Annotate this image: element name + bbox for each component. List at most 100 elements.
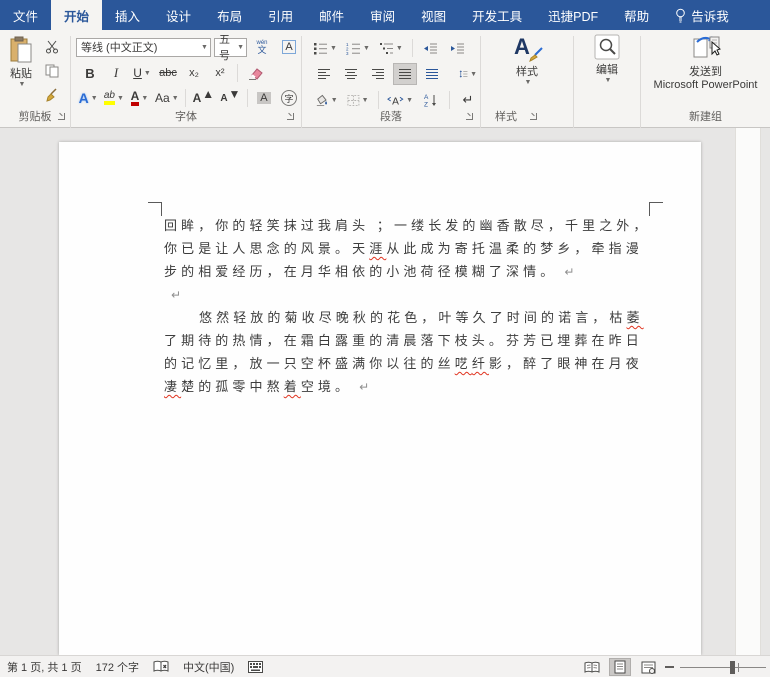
paste-icon: [10, 36, 32, 63]
tab-design[interactable]: 设计: [153, 0, 204, 30]
zoom-out-button[interactable]: [665, 666, 674, 668]
tab-label: 插入: [115, 9, 141, 24]
underline-button[interactable]: U ▼: [130, 62, 154, 84]
tab-view[interactable]: 视图: [408, 0, 459, 30]
enclose-characters-button[interactable]: 字: [277, 87, 301, 109]
styles-dialog-launcher[interactable]: [529, 112, 539, 122]
align-center-icon: [345, 69, 357, 79]
character-border-button[interactable]: A: [277, 36, 301, 58]
align-right-button[interactable]: [366, 63, 390, 85]
svg-text:3: 3: [346, 51, 349, 55]
clear-formatting-button[interactable]: [243, 62, 267, 84]
tab-developer[interactable]: 开发工具: [459, 0, 535, 30]
cut-button[interactable]: [40, 36, 64, 58]
text-run: 回眸，你的轻笑抹过我肩头 ；一缕长发的幽香散尽，千里之外，: [164, 218, 651, 233]
proofing-book-icon: [153, 660, 169, 672]
subscript-button[interactable]: x₂: [182, 62, 206, 84]
font-dialog-launcher[interactable]: [286, 112, 296, 122]
text-boundary-mark-left: [148, 202, 162, 216]
input-method-status[interactable]: [248, 661, 264, 673]
phonetic-guide-button[interactable]: wén 文: [250, 36, 274, 58]
tab-label: 告诉我: [691, 9, 729, 24]
paragraph-dialog-launcher[interactable]: [465, 112, 475, 122]
multilevel-list-button[interactable]: ▼: [376, 37, 406, 59]
paragraph-mark: ↵: [171, 288, 182, 302]
copy-button[interactable]: [40, 60, 64, 82]
font-size-combo[interactable]: 五号 ▼: [213, 34, 247, 62]
text-highlight-button[interactable]: ab ▼: [101, 87, 126, 109]
svg-text:Z: Z: [424, 102, 428, 108]
tab-references[interactable]: 引用: [255, 0, 306, 30]
font-color-button[interactable]: A ▼: [127, 87, 151, 109]
font-name-combo[interactable]: 等线 (中文正文) ▼: [76, 37, 211, 57]
character-shading-button[interactable]: A: [252, 87, 276, 109]
text-effects-button[interactable]: A ▼: [76, 87, 100, 109]
tab-layout[interactable]: 布局: [204, 0, 255, 30]
text-run: 你已是让人思念的风景。天: [164, 241, 370, 256]
clipboard-dialog-launcher[interactable]: [57, 112, 67, 122]
word-count[interactable]: 172 个字: [96, 659, 139, 675]
bold-button[interactable]: B: [78, 62, 102, 84]
zoom-slider-thumb[interactable]: [730, 661, 735, 674]
document-text-line: 回眸，你的轻笑抹过我肩头 ；一缕长发的幽香散尽，千里之外，: [164, 214, 656, 237]
copy-icon: [45, 64, 59, 78]
editing-button[interactable]: 编辑 ▼: [574, 30, 640, 122]
proofing-status[interactable]: [153, 660, 169, 674]
increase-indent-button[interactable]: [446, 37, 470, 59]
align-left-button[interactable]: [312, 63, 336, 85]
line-spacing-button[interactable]: ▼: [456, 63, 480, 85]
editing-group: 编辑 ▼: [574, 30, 640, 126]
read-mode-button[interactable]: [581, 658, 603, 676]
strikethrough-button[interactable]: abc: [156, 62, 180, 84]
tab-review[interactable]: 审阅: [357, 0, 408, 30]
format-painter-button[interactable]: [40, 84, 64, 106]
tab-home[interactable]: 开始: [51, 0, 103, 30]
decrease-indent-button[interactable]: [419, 37, 443, 59]
vertical-scrollbar[interactable]: [735, 128, 761, 655]
document-page[interactable]: 回眸，你的轻笑抹过我肩头 ；一缕长发的幽香散尽，千里之外， 你已是让人思念的风景。…: [59, 142, 701, 655]
language-status[interactable]: 中文(中国): [183, 659, 234, 675]
paragraph-mark: ↵: [359, 380, 370, 394]
italic-button[interactable]: I: [104, 62, 128, 84]
paragraph-group: ▼ 1 2 3 ▼ ▼ ▼ ▼ ▼ A ▼ A Z ↵ 段落: [302, 30, 480, 126]
tab-tellme[interactable]: 告诉我: [662, 0, 742, 30]
borders-icon: [347, 94, 360, 106]
paragraph-mark: ↵: [564, 265, 575, 279]
print-layout-button[interactable]: [609, 658, 631, 676]
word-window: 文件 开始 插入 设计 布局 引用 邮件 审阅 视图 开发工具 迅捷PDF 帮助 告诉我 粘贴 ▼: [0, 0, 770, 677]
justify-button[interactable]: [393, 63, 417, 85]
tab-mailings[interactable]: 邮件: [306, 0, 357, 30]
web-layout-button[interactable]: [637, 658, 659, 676]
tab-insert[interactable]: 插入: [102, 0, 153, 30]
read-mode-icon: [584, 661, 600, 673]
text-run: 步的相爱经历，在月华相依的小池荷径模糊了深情。: [164, 264, 558, 279]
misspelled-text: 萎: [626, 310, 644, 325]
ribbon-tabs: 文件 开始 插入 设计 布局 引用 邮件 审阅 视图 开发工具 迅捷PDF 帮助 告诉我: [0, 0, 770, 30]
styles-group-label: 样式: [495, 111, 517, 123]
text-run: 空境。: [300, 379, 353, 394]
grow-font-button[interactable]: A ▲: [190, 87, 217, 109]
align-center-button[interactable]: [339, 63, 363, 85]
bullets-button[interactable]: ▼: [310, 37, 340, 59]
text-run: 的记忆里，放一只空杯盛满你以往的丝: [164, 356, 455, 371]
tab-label: 审阅: [370, 9, 396, 24]
tab-label: 迅捷PDF: [548, 9, 599, 24]
document-area: 回眸，你的轻笑抹过我肩头 ；一缕长发的幽香散尽，千里之外， 你已是让人思念的风景。…: [0, 128, 770, 655]
sort-az-icon: A Z: [424, 94, 437, 108]
decrease-indent-icon: [424, 43, 438, 53]
superscript-button[interactable]: x²: [208, 62, 232, 84]
chevron-down-icon: ▼: [18, 81, 26, 88]
change-case-button[interactable]: Aa ▼: [152, 87, 181, 109]
tab-help[interactable]: 帮助: [611, 0, 662, 30]
distributed-button[interactable]: [420, 63, 444, 85]
tab-pdf[interactable]: 迅捷PDF: [535, 0, 611, 30]
font-group: 等线 (中文正文)▼ 五号▼ wén 文 A B I U▼ abc x₂: [71, 30, 301, 126]
tab-file[interactable]: 文件: [0, 0, 51, 30]
shrink-font-button[interactable]: A ▼: [218, 87, 243, 109]
styles-group: A 样式 ▼ 样式: [481, 30, 573, 126]
document-text-line: 你已是让人思念的风景。天涯从此成为寄托温柔的梦乡，牵指漫: [164, 237, 656, 260]
lightbulb-icon: [676, 8, 685, 22]
page-indicator[interactable]: 第 1 页, 共 1 页: [7, 659, 82, 675]
zoom-slider[interactable]: [680, 658, 766, 676]
numbering-button[interactable]: 1 2 3 ▼: [343, 37, 373, 59]
